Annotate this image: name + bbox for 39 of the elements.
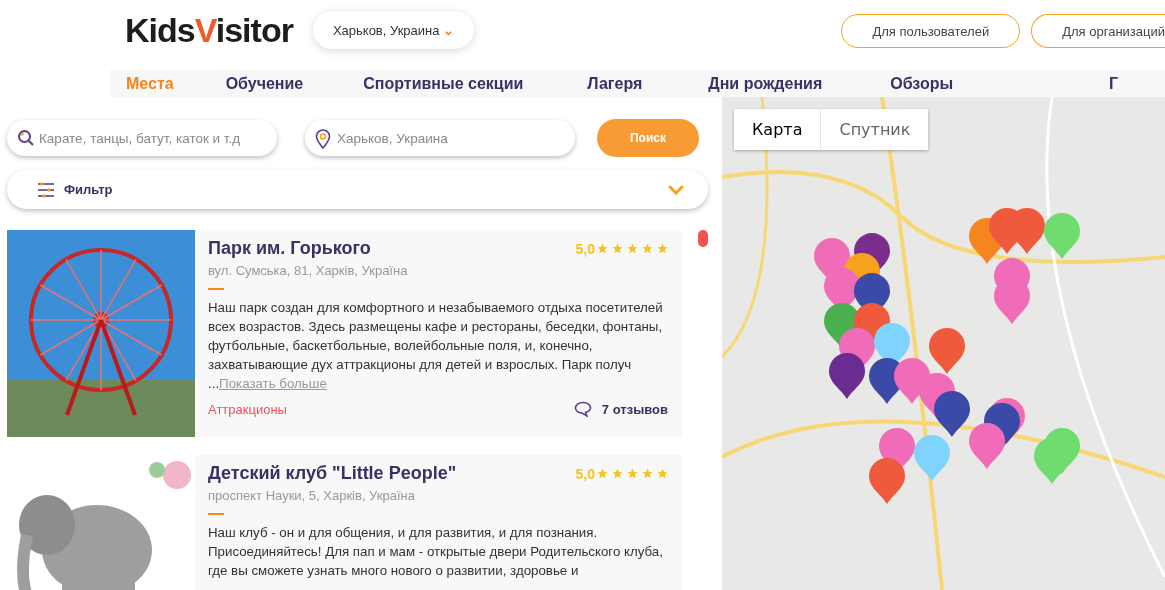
nav-link[interactable]: Г: [1109, 74, 1119, 93]
reviews-count[interactable]: 7 отзывов: [601, 401, 668, 417]
star-icon: [642, 468, 653, 479]
place-card[interactable]: [7, 230, 682, 437]
place-title[interactable]: Детский клуб "Little People": [208, 463, 457, 484]
speech-bubble-icon: [573, 401, 592, 417]
location-field[interactable]: Харьков, Украина: [305, 120, 575, 156]
header-button[interactable]: Для пользователей: [841, 14, 1021, 48]
rating-value: 5,0: [575, 240, 595, 257]
nav-link[interactable]: Дни рождения: [708, 74, 823, 93]
star-icon: [657, 468, 668, 479]
star-icon: [612, 468, 623, 479]
nav-link[interactable]: Лагеря: [587, 74, 643, 93]
city-select[interactable]: Харьков, Украина ⌄: [312, 11, 475, 49]
nav-link[interactable]: Обзоры: [890, 74, 954, 93]
place-address: проспект Науки, 5, Харків, Україна: [208, 488, 416, 503]
map-drawing[interactable]: [722, 97, 1165, 590]
star-icon: [597, 468, 608, 479]
star-icon: [597, 243, 608, 254]
search-field[interactable]: Карате, танцы, батут, каток и т.д: [7, 120, 277, 156]
star-icon: [627, 468, 638, 479]
nav-link[interactable]: Спортивные секции: [363, 74, 524, 93]
map-type-tab[interactable]: Карта: [734, 109, 821, 150]
nav-link[interactable]: Обучение: [225, 74, 304, 93]
scrollbar-thumb[interactable]: [698, 230, 708, 247]
sliders-icon: [37, 181, 55, 198]
rating-value: 5,0: [575, 465, 595, 482]
header-button[interactable]: Для организаций: [1031, 14, 1165, 48]
logo[interactable]: KidsVisitor: [125, 10, 293, 50]
star-icon: [612, 243, 623, 254]
place-description: Наш парк создан для комфортного и незабываемого отдыха посетителей всех возрастов. Здесь размещены кафе и рестораны, беседки, фонтаны, футбольные, баскетбольные, волейбольные поля, и, конечно, захватывающие дух аттракционы для детей и взрослых. Парк получ ...Показать больше: [208, 299, 664, 393]
star-icon: [642, 243, 653, 254]
place-address: вул. Сумська, 81, Харків, Україна: [208, 263, 409, 278]
place-title[interactable]: Парк им. Горького: [208, 238, 371, 259]
star-icon: [657, 243, 668, 254]
star-icon: [627, 243, 638, 254]
map-type-tab[interactable]: Спутник: [820, 109, 929, 150]
place-description: Наш клуб - он и для общения, и для развития, и для познания. Присоединяйтесь! Для пап и мам - открытые двери Родительского клуба, где вы сможете узнать много нового о развитии, здоровье и: [208, 524, 664, 580]
filter-bar[interactable]: Фильтр: [7, 170, 708, 209]
